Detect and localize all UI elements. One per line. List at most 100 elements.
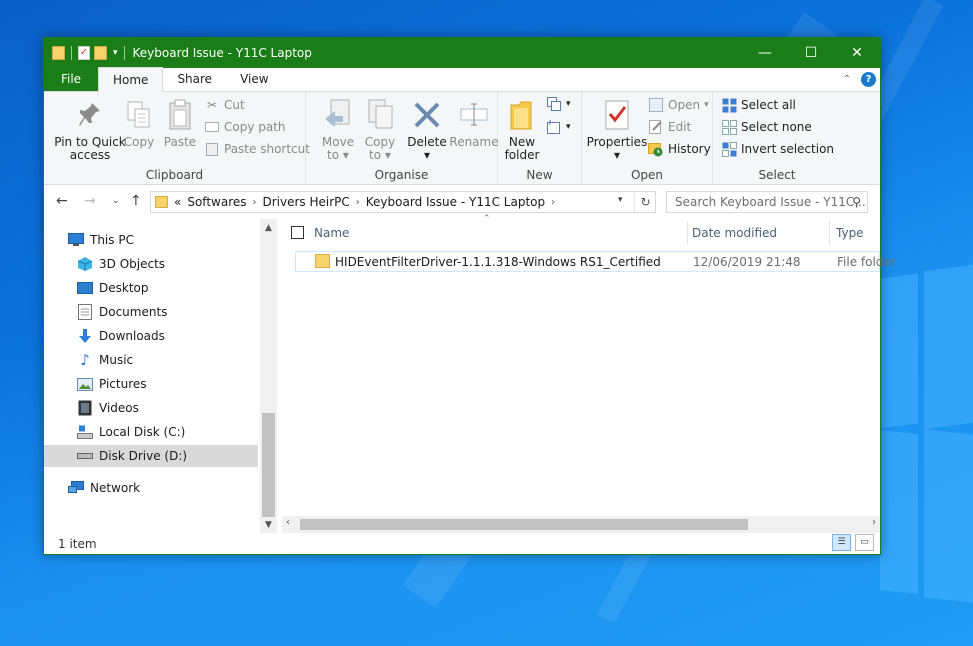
properties-button[interactable]: Properties ▾: [586, 98, 648, 162]
forward-arrow-icon[interactable]: →: [84, 193, 96, 209]
scrollbar-thumb[interactable]: [262, 413, 275, 517]
large-icons-view-icon[interactable]: ▭: [855, 534, 874, 551]
tab-home[interactable]: Home: [98, 67, 164, 92]
scroll-left-arrow-icon[interactable]: ‹: [286, 517, 290, 528]
breadcrumb-softwares[interactable]: Softwares: [187, 195, 246, 209]
file-name[interactable]: HIDEventFilterDriver-1.1.1.318-Windows R…: [335, 255, 661, 269]
nav-label: Desktop: [99, 281, 149, 295]
properties-icon[interactable]: ✓: [78, 46, 90, 60]
nav-item-desktop[interactable]: Desktop: [44, 277, 258, 299]
nav-label: 3D Objects: [99, 257, 166, 271]
tab-view[interactable]: View: [226, 67, 282, 91]
help-icon[interactable]: ?: [861, 72, 876, 87]
history-icon: [648, 142, 664, 157]
copy-to-icon: [364, 98, 396, 132]
folder-icon: [315, 254, 330, 268]
breadcrumb-overflow[interactable]: «: [174, 195, 181, 209]
chevron-right-icon[interactable]: ›: [356, 197, 360, 208]
search-icon[interactable]: ⚲: [852, 195, 861, 209]
customize-toolbar-icon[interactable]: ▾: [113, 48, 118, 58]
nav-item-pictures[interactable]: Pictures: [44, 373, 258, 395]
history-button[interactable]: History: [648, 142, 711, 157]
file-explorer-window: ✓ ▾ Keyboard Issue - Y11C Laptop — ☐ ✕ F…: [43, 37, 896, 555]
nav-item-this-pc[interactable]: This PC: [44, 229, 258, 251]
copy-button[interactable]: Copy: [122, 98, 156, 149]
chevron-down-icon[interactable]: ▾: [618, 195, 623, 205]
nav-item-3d-objects[interactable]: 3D Objects: [44, 253, 258, 275]
title-bar[interactable]: ✓ ▾ Keyboard Issue - Y11C Laptop — ☐ ✕: [44, 38, 880, 68]
address-bar[interactable]: « Softwares › Drivers HeirPC › Keyboard …: [150, 191, 656, 213]
paste-button[interactable]: Paste: [162, 98, 198, 149]
edit-button[interactable]: Edit: [648, 120, 691, 134]
up-arrow-icon[interactable]: ↑: [130, 193, 142, 209]
column-divider[interactable]: [829, 221, 830, 245]
pin-label-2: access: [69, 148, 111, 162]
recent-locations-icon[interactable]: ⌄: [112, 196, 120, 206]
nav-item-network[interactable]: Network: [44, 477, 258, 499]
breadcrumb-drivers-heirpc[interactable]: Drivers HeirPC: [263, 195, 350, 209]
nav-pane-scrollbar[interactable]: ▲ ▼: [260, 219, 277, 534]
copy-path-button[interactable]: Copy path: [204, 120, 286, 134]
open-button[interactable]: Open ▾: [648, 98, 709, 112]
close-button[interactable]: ✕: [834, 38, 880, 68]
table-row[interactable]: HIDEventFilterDriver-1.1.1.318-Windows R…: [295, 251, 896, 272]
new-group-label: New: [526, 168, 553, 182]
new-folder-icon[interactable]: [94, 46, 107, 60]
copy-label: Copy: [123, 135, 155, 149]
select-all-checkbox[interactable]: [291, 226, 304, 239]
select-all-button[interactable]: Select all: [721, 98, 796, 112]
chevron-right-icon[interactable]: ›: [551, 197, 555, 208]
scroll-up-arrow-icon[interactable]: ▲: [260, 223, 277, 233]
maximize-button[interactable]: ☐: [788, 38, 834, 68]
column-divider[interactable]: [687, 221, 688, 245]
chevron-right-icon[interactable]: ›: [253, 197, 257, 208]
cut-button[interactable]: ✂ Cut: [204, 98, 245, 112]
rename-icon: [458, 98, 490, 132]
network-icon: [68, 480, 84, 496]
nav-item-downloads[interactable]: Downloads: [44, 325, 258, 347]
history-label: History: [668, 142, 711, 156]
search-input[interactable]: Search Keyboard Issue - Y11C ... ⚲: [666, 191, 868, 213]
nav-label: This PC: [90, 233, 134, 247]
copy-to-label-2: to ▾: [369, 148, 391, 162]
pin-to-quick-access-button[interactable]: Pin to Quick access: [50, 98, 130, 162]
status-bar: 1 item ☰ ▭: [44, 533, 880, 554]
paste-shortcut-button[interactable]: Paste shortcut: [204, 142, 310, 156]
column-header-date-modified[interactable]: Date modified: [692, 226, 777, 240]
horizontal-scrollbar[interactable]: ‹ ›: [282, 516, 880, 533]
scroll-down-arrow-icon[interactable]: ▼: [260, 520, 277, 530]
select-none-button[interactable]: Select none: [721, 119, 812, 135]
details-view-icon[interactable]: ☰: [832, 534, 851, 551]
move-to-button[interactable]: Move to ▾: [318, 98, 358, 162]
new-item-dropdown-icon: ▾: [566, 99, 571, 109]
nav-item-music[interactable]: ♪ Music: [44, 349, 258, 371]
new-item-button[interactable]: ▾: [546, 97, 571, 111]
column-header-name[interactable]: Name: [314, 226, 349, 240]
nav-item-disk-drive[interactable]: Disk Drive (D:): [44, 445, 258, 467]
navigation-pane: This PC 3D Objects Desktop Documents Dow…: [44, 219, 260, 534]
rename-button[interactable]: Rename: [449, 98, 499, 149]
nav-label: Downloads: [99, 329, 165, 343]
tab-share[interactable]: Share: [163, 67, 226, 91]
nav-item-local-disk[interactable]: Local Disk (C:): [44, 421, 258, 443]
nav-label: Pictures: [99, 377, 147, 391]
refresh-icon[interactable]: ↻: [634, 191, 656, 213]
minimize-button[interactable]: —: [742, 38, 788, 68]
nav-item-videos[interactable]: Videos: [44, 397, 258, 419]
nav-item-documents[interactable]: Documents: [44, 301, 258, 323]
easy-access-button[interactable]: ▾: [546, 120, 571, 134]
copy-to-button[interactable]: Copy to ▾: [360, 98, 400, 162]
paste-shortcut-icon: [204, 142, 220, 156]
delete-button[interactable]: Delete ▾: [404, 98, 450, 162]
scrollbar-thumb[interactable]: [300, 519, 748, 530]
invert-selection-button[interactable]: Invert selection: [721, 141, 834, 157]
breadcrumb-keyboard-issue[interactable]: Keyboard Issue - Y11C Laptop: [366, 195, 545, 209]
new-folder-button[interactable]: New folder: [502, 98, 542, 162]
scroll-right-arrow-icon[interactable]: ›: [872, 517, 876, 528]
tab-file[interactable]: File: [44, 67, 98, 91]
column-header-type[interactable]: Type: [836, 226, 864, 240]
back-arrow-icon[interactable]: ←: [56, 193, 68, 209]
select-all-icon: [721, 98, 737, 112]
collapse-ribbon-icon[interactable]: ⌃: [843, 74, 851, 85]
nav-label: Local Disk (C:): [99, 425, 186, 439]
